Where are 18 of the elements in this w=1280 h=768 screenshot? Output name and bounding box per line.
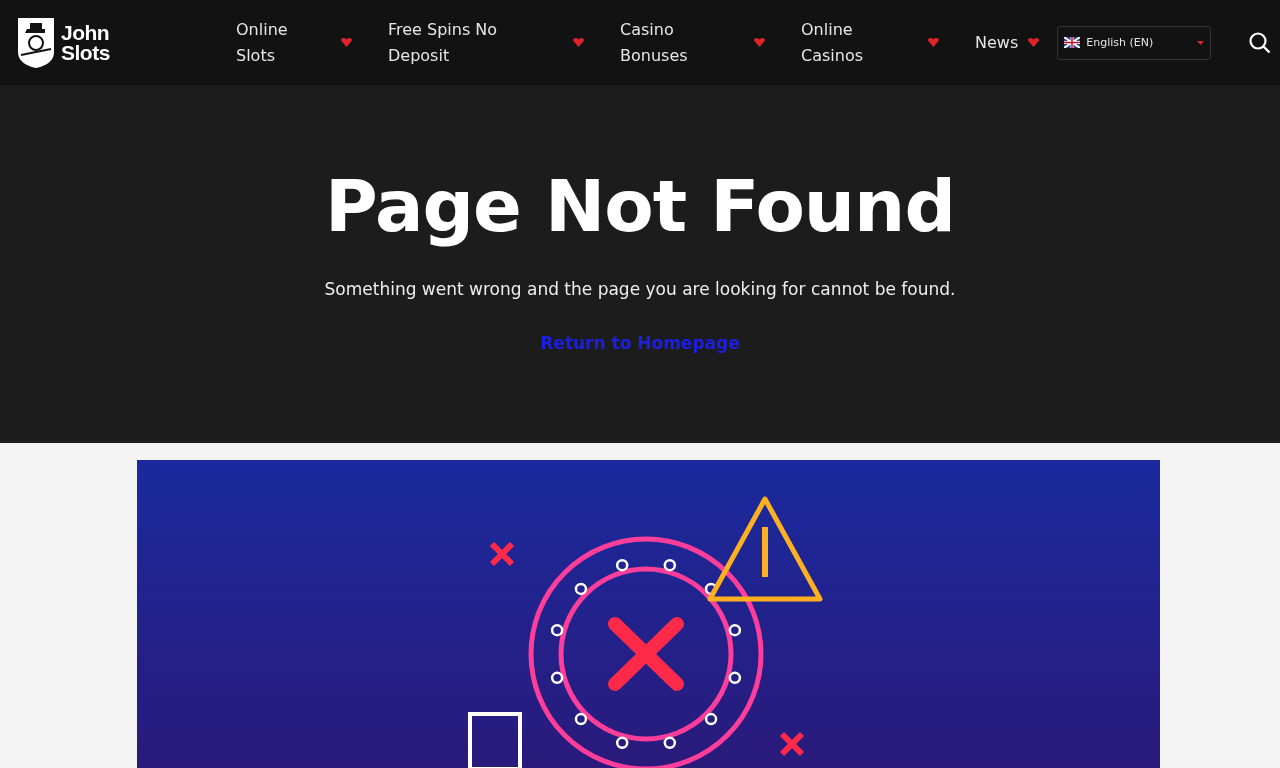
heart-icon	[754, 38, 765, 47]
heart-icon	[341, 38, 352, 47]
heart-icon	[573, 38, 584, 47]
search-icon[interactable]	[1249, 31, 1272, 54]
nav-item[interactable]: Online Casinos	[801, 16, 939, 69]
language-select[interactable]: English (EN)	[1057, 25, 1212, 60]
heart-icon	[1028, 38, 1040, 47]
logo-icon	[17, 16, 55, 69]
nav-item[interactable]: Online Slots	[236, 16, 352, 69]
page-title: Page Not Found	[325, 165, 955, 247]
nav-item[interactable]: News	[975, 29, 1040, 56]
logo-text[interactable]: John Slots	[61, 22, 110, 63]
nav-item[interactable]: Free Spins No Deposit	[388, 16, 584, 69]
heart-icon	[928, 38, 939, 47]
error-message: Something went wrong and the page you are looking for cannot be found.	[324, 279, 956, 299]
flag-icon	[1064, 37, 1081, 48]
caret-icon	[1197, 40, 1205, 45]
nav-item[interactable]: Casino Bonuses	[620, 16, 765, 69]
